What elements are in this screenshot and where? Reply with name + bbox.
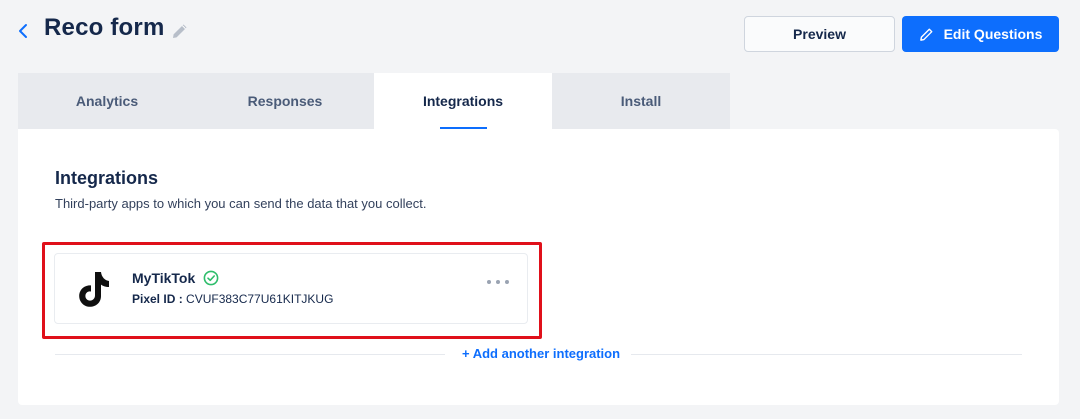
more-options-button[interactable]	[487, 274, 509, 290]
dot-icon	[496, 280, 500, 284]
back-button[interactable]	[14, 20, 32, 42]
verified-check-icon	[203, 270, 219, 286]
integrations-panel: Integrations Third-party apps to which y…	[18, 129, 1059, 405]
edit-questions-button[interactable]: Edit Questions	[902, 16, 1059, 52]
dot-icon	[487, 280, 491, 284]
divider	[55, 354, 445, 355]
add-integration-link[interactable]: + Add another integration	[462, 346, 620, 361]
integration-name: MyTikTok	[132, 270, 196, 286]
tiktok-icon	[79, 272, 109, 307]
chevron-left-icon	[19, 24, 27, 38]
preview-button[interactable]: Preview	[744, 16, 895, 52]
pencil-icon	[919, 28, 933, 41]
page-header: Reco form Preview Edit Questions	[0, 0, 1080, 62]
pencil-icon[interactable]	[170, 21, 190, 41]
pixel-id-label: Pixel ID :	[132, 292, 183, 306]
tab-install[interactable]: Install	[552, 73, 730, 129]
tab-analytics[interactable]: Analytics	[18, 73, 196, 129]
edit-questions-label: Edit Questions	[943, 26, 1043, 42]
tab-responses[interactable]: Responses	[196, 73, 374, 129]
section-title: Integrations	[55, 168, 159, 188]
divider	[631, 354, 1022, 355]
integration-card[interactable]: MyTikTok Pixel ID : CVUF383C77U61KITJKUG	[54, 253, 528, 324]
section-subtitle: Third-party apps to which you can send t…	[55, 196, 427, 211]
pixel-id-value: CVUF383C77U61KITJKUG	[186, 292, 334, 306]
pixel-id-row: Pixel ID : CVUF383C77U61KITJKUG	[132, 292, 333, 306]
page-title: Reco form	[44, 14, 165, 41]
tab-bar: Analytics Responses Integrations Install	[18, 73, 730, 129]
tab-integrations[interactable]: Integrations	[374, 73, 552, 129]
dot-icon	[505, 280, 509, 284]
